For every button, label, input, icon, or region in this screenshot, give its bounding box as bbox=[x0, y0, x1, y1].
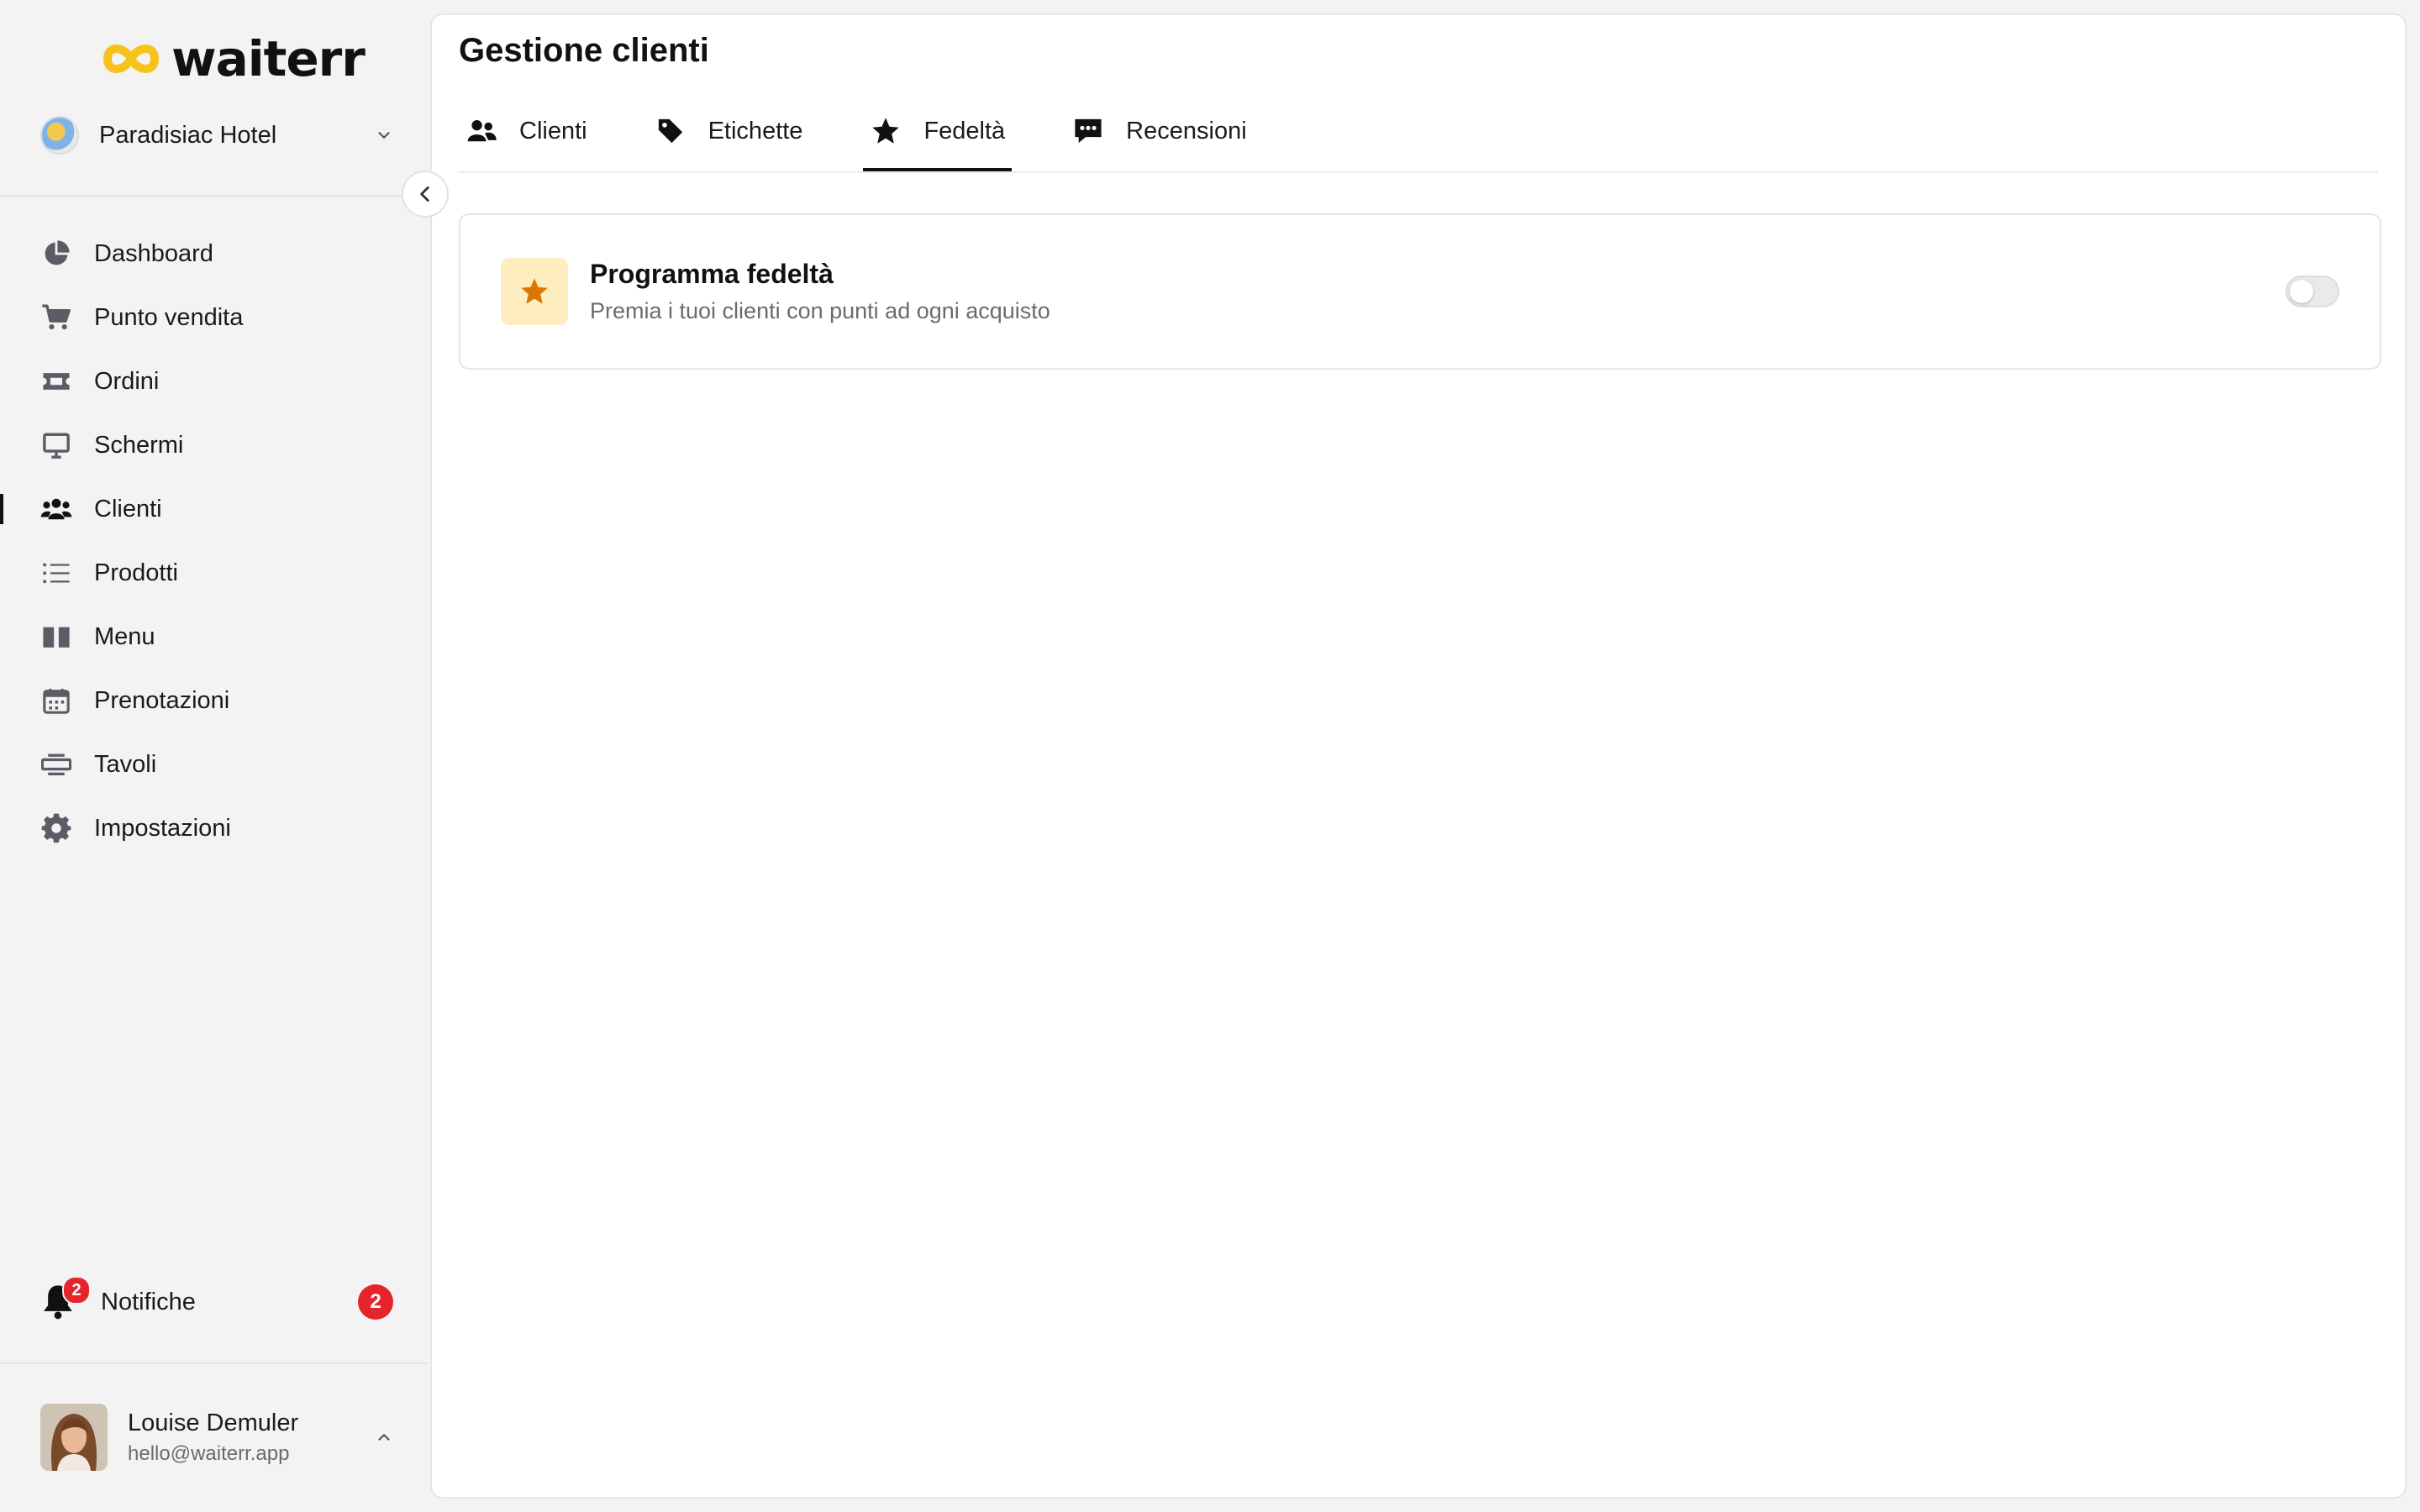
tab-fedelta[interactable]: Fedeltà bbox=[863, 92, 1012, 171]
loyalty-icon-tile bbox=[501, 258, 568, 325]
tab-label: Fedeltà bbox=[923, 117, 1006, 144]
sidebar-item-label: Punto vendita bbox=[94, 303, 244, 331]
sidebar-divider-top bbox=[0, 195, 429, 197]
bell-wrapper: 2 bbox=[40, 1276, 91, 1321]
loyalty-card-text: Programma fedeltà Premia i tuoi clienti … bbox=[590, 259, 2286, 324]
sidebar-item-clienti[interactable]: Clienti bbox=[0, 477, 429, 541]
avatar bbox=[40, 1404, 108, 1471]
chevron-left-icon bbox=[420, 186, 429, 202]
loyalty-card-subtitle: Premia i tuoi clienti con punti ad ogni … bbox=[590, 298, 1050, 323]
sidebar-item-impostazioni[interactable]: Impostazioni bbox=[0, 796, 429, 860]
sidebar-item-prodotti[interactable]: Prodotti bbox=[0, 541, 429, 605]
sidebar-item-menu[interactable]: Menu bbox=[0, 605, 429, 669]
sidebar-item-label: Dashboard bbox=[94, 239, 213, 267]
collapse-sidebar-button[interactable] bbox=[402, 171, 449, 218]
sidebar-divider-bottom bbox=[0, 1362, 429, 1364]
comment-icon bbox=[1072, 115, 1104, 147]
sidebar-item-schermi[interactable]: Schermi bbox=[0, 413, 429, 477]
sidebar-item-label: Tavoli bbox=[94, 750, 157, 778]
venue-name: Paradisiac Hotel bbox=[99, 121, 277, 149]
sidebar-item-prenotazioni[interactable]: Prenotazioni bbox=[0, 669, 429, 732]
monitor-icon bbox=[40, 429, 72, 461]
chevron-down-icon bbox=[378, 132, 390, 139]
user-menu[interactable]: Louise Demuler hello@waiterr.app bbox=[40, 1403, 393, 1472]
sidebar-item-tavoli[interactable]: Tavoli bbox=[0, 732, 429, 796]
sidebar-item-label: Prenotazioni bbox=[94, 686, 230, 714]
tab-bar: Clienti Etichette Fedeltà Recensioni bbox=[459, 92, 2378, 173]
sidebar-item-label: Menu bbox=[94, 622, 155, 650]
toggle-knob bbox=[2290, 280, 2313, 303]
chevron-up-icon bbox=[378, 1434, 390, 1441]
sidebar-item-label: Impostazioni bbox=[94, 814, 231, 842]
sidebar-nav: Dashboard Punto vendita Ordini Schermi C… bbox=[0, 222, 429, 860]
sidebar-item-label: Schermi bbox=[94, 431, 184, 459]
main-panel: Gestione clienti Clienti Etichette Fedel… bbox=[430, 13, 2407, 1499]
user-name: Louise Demuler bbox=[128, 1409, 299, 1436]
sidebar-item-label: Prodotti bbox=[94, 559, 178, 586]
list-icon bbox=[40, 557, 72, 589]
sidebar-item-label: Clienti bbox=[94, 495, 162, 522]
tab-label: Clienti bbox=[519, 117, 587, 144]
star-icon bbox=[870, 115, 902, 147]
tab-etichette[interactable]: Etichette bbox=[648, 92, 810, 170]
sidebar-item-label: Ordini bbox=[94, 367, 160, 395]
users-icon bbox=[466, 115, 497, 147]
sidebar-item-ordini[interactable]: Ordini bbox=[0, 349, 429, 413]
table-icon bbox=[40, 748, 72, 780]
star-icon bbox=[521, 278, 548, 304]
user-email: hello@waiterr.app bbox=[128, 1441, 290, 1465]
venue-avatar bbox=[40, 116, 79, 155]
loyalty-program-card: Programma fedeltà Premia i tuoi clienti … bbox=[459, 213, 2381, 370]
sidebar: waiterr Paradisiac Hotel Dashboard Punto… bbox=[0, 0, 429, 1512]
infinity-logo-icon bbox=[103, 45, 160, 73]
user-info: Louise Demuler hello@waiterr.app bbox=[128, 1410, 375, 1466]
tab-label: Etichette bbox=[708, 117, 803, 144]
notification-count-badge: 2 bbox=[358, 1284, 393, 1320]
ticket-icon bbox=[40, 365, 72, 397]
tab-recensioni[interactable]: Recensioni bbox=[1065, 92, 1253, 170]
book-icon bbox=[40, 621, 72, 653]
notification-dot-badge: 2 bbox=[62, 1276, 91, 1305]
sidebar-item-dashboard[interactable]: Dashboard bbox=[0, 222, 429, 286]
tag-icon bbox=[655, 115, 687, 147]
tab-clienti[interactable]: Clienti bbox=[459, 92, 594, 170]
gear-icon bbox=[40, 812, 72, 844]
tab-label: Recensioni bbox=[1126, 117, 1247, 144]
logo-text: waiterr bbox=[171, 30, 366, 87]
page-title: Gestione clienti bbox=[459, 32, 709, 69]
logo[interactable]: waiterr bbox=[99, 30, 366, 87]
venue-selector[interactable]: Paradisiac Hotel bbox=[40, 113, 393, 158]
sidebar-item-punto-vendita[interactable]: Punto vendita bbox=[0, 286, 429, 349]
loyalty-card-title: Programma fedeltà bbox=[590, 259, 834, 289]
calendar-icon bbox=[40, 685, 72, 717]
loyalty-program-toggle[interactable] bbox=[2286, 276, 2339, 307]
pie-chart-icon bbox=[40, 238, 72, 270]
notifications-label: Notifiche bbox=[101, 1288, 196, 1315]
notifications-button[interactable]: 2 Notifiche 2 bbox=[40, 1276, 393, 1327]
cart-icon bbox=[40, 302, 72, 333]
users-icon bbox=[40, 493, 72, 525]
